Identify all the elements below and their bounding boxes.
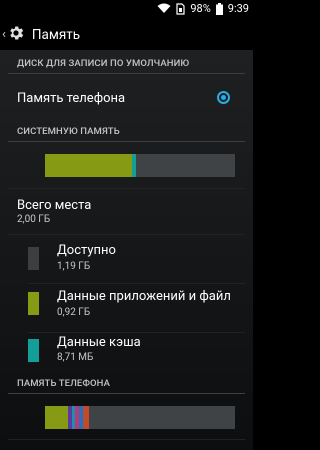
storage-settings-list: ДИСК ДЛЯ ЗАПИСИ ПО УМОЛЧАНИЮ Память теле… [0, 50, 253, 450]
back-chevron-icon: ‹ [2, 27, 6, 42]
storage-item-label: Данные кэша [57, 335, 141, 350]
action-bar: ‹ Память [0, 19, 253, 50]
usage-segment-seg1 [45, 406, 68, 429]
section-header-phone-memory: ПАМЯТЬ ТЕЛЕФОНА [17, 378, 111, 389]
default-disk-radio[interactable] [217, 91, 230, 104]
page-title: Память [31, 26, 81, 43]
storage-item-value: 8,71 МБ [57, 352, 94, 363]
total-space-row: Всего места 2,00 ГБ [0, 189, 253, 233]
usage-segment-apps [45, 154, 133, 177]
storage-item-value: 1,19 ГБ [57, 261, 91, 272]
battery-percent: 98% [190, 2, 211, 15]
storage-item-available[interactable]: Доступно 1,19 ГБ [0, 235, 253, 282]
default-disk-option[interactable]: Память телефона [0, 74, 253, 121]
storage-item-cache[interactable]: Данные кэша 8,71 МБ [0, 333, 253, 379]
system-memory-usage-bar [45, 154, 235, 177]
phone-memory-usage-bar [45, 406, 235, 429]
default-disk-option-label: Память телефона [17, 91, 126, 106]
status-icons: 98% 9:39 [157, 2, 249, 15]
back-button[interactable]: ‹ [0, 19, 25, 50]
storage-item-value: 0,92 ГБ [57, 307, 91, 318]
battery-icon [215, 2, 223, 15]
wifi-icon [157, 3, 171, 14]
available-color-swatch [28, 247, 39, 270]
row-divider [8, 439, 245, 440]
section-header-system-memory: СИСТЕМНУЮ ПАМЯТЬ [17, 126, 120, 137]
storage-item-label: Доступно [57, 243, 116, 258]
total-space-value: 2,00 ГБ [17, 214, 51, 225]
clock: 9:39 [227, 2, 249, 15]
cache-color-swatch [28, 339, 39, 362]
storage-item-label: Данные приложений и файлы [57, 289, 231, 304]
total-space-label: Всего места [17, 198, 92, 213]
section-header-default-disk: ДИСК ДЛЯ ЗАПИСИ ПО УМОЛЧАНИЮ [17, 58, 190, 69]
usage-segment-cache [132, 154, 137, 177]
apps-color-swatch [28, 292, 39, 315]
section-divider [8, 141, 245, 142]
section-divider [8, 393, 245, 394]
sim-icon [176, 2, 185, 15]
storage-item-apps[interactable]: Данные приложений и файлы 0,92 ГБ [0, 284, 253, 331]
status-bar: 98% 9:39 [0, 0, 253, 19]
settings-gear-icon [7, 24, 25, 46]
usage-segment-seg6 [82, 406, 89, 429]
